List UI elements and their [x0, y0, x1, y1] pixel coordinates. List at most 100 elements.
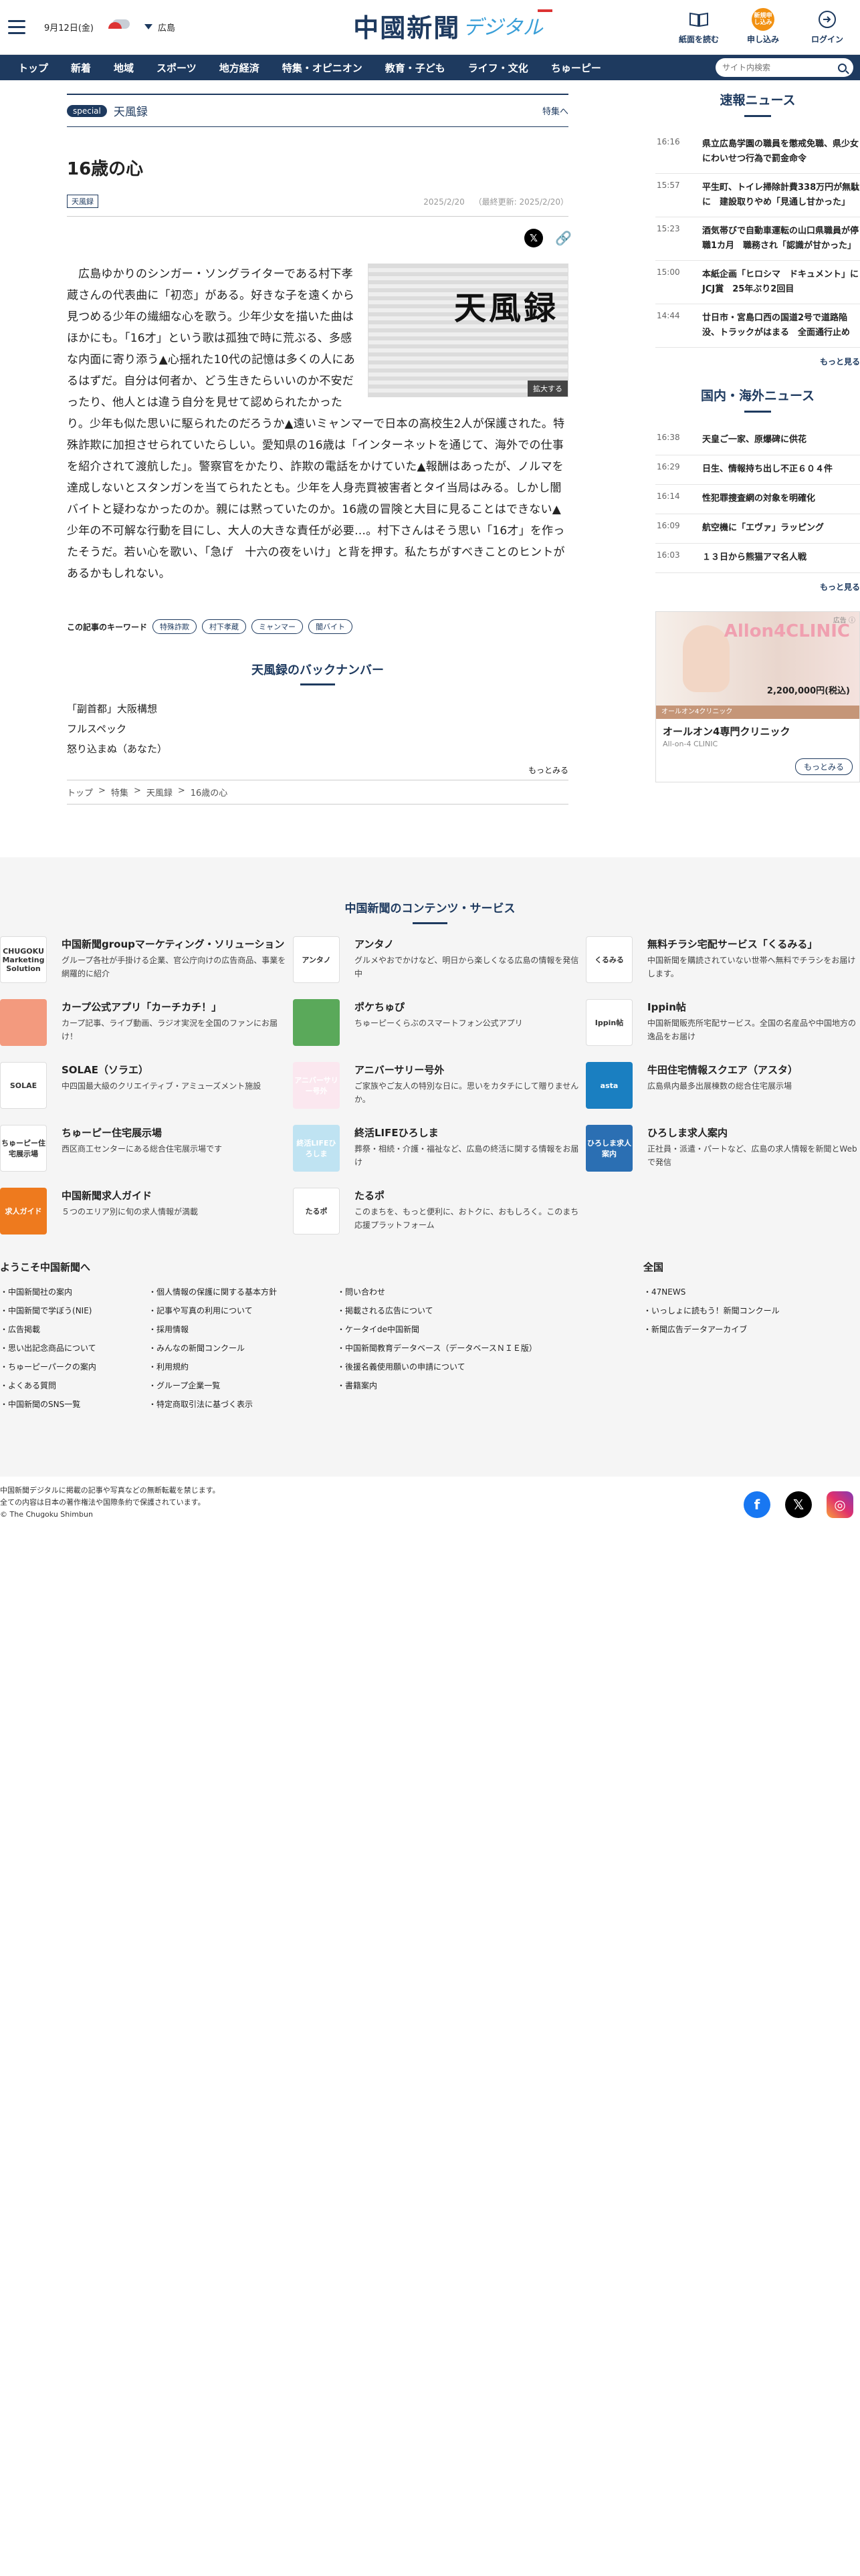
service-item[interactable]: ちゅーピー住宅展示場 ちゅーピー住宅展示場 西区商工センターにある総合住宅展示場です — [0, 1125, 293, 1178]
news-item[interactable]: 16:14 性犯罪捜査網の対象を明確化 — [655, 485, 860, 514]
ippin-logo-icon: Ippin帖 — [586, 999, 633, 1046]
zoom-button[interactable]: 拡大する — [528, 381, 568, 397]
footer-link[interactable]: 特定商取引法に基づく表示 — [148, 1395, 337, 1414]
search-icon[interactable] — [838, 63, 847, 72]
figure-title: 天風録 — [453, 290, 558, 327]
backnumber-more-link[interactable]: もっとみる — [67, 764, 568, 776]
national-link[interactable]: 新聞広告データアーカイブ — [643, 1320, 844, 1339]
copy-link-icon[interactable]: 🔗 — [555, 231, 572, 245]
facebook-icon[interactable]: f — [744, 1491, 770, 1518]
news-item[interactable]: 16:38 天皇ご一家、原爆碑に供花 — [655, 426, 860, 455]
service-grid: CHUGOKU Marketing Solution 中国新聞groupマーケティ… — [0, 936, 860, 1241]
service-item[interactable]: asta 牛田住宅情報スクエア（アスタ） 広島県内最多出展棟数の総合住宅展示場 — [586, 1062, 860, 1115]
login-button[interactable]: ログイン — [805, 8, 849, 45]
service-item[interactable]: Ippin帖 Ippin帖 中国新聞販売所宅配サービス。全国の名産品や中国地方の逸品… — [586, 999, 860, 1053]
footer-link[interactable]: 書籍案内 — [337, 1376, 643, 1395]
sidebar-ad[interactable]: Allon4CLINIC 2,200,000円(税込) オールオン4クリニック … — [655, 611, 860, 782]
national-link[interactable]: 47NEWS — [643, 1283, 844, 1301]
ad-more-button[interactable]: もっとみる — [794, 758, 853, 775]
service-item[interactable]: くるみる 無料チラシ宅配サービス「くるみる」 中国新聞を購読されていない世帯へ無料で… — [586, 936, 860, 990]
footer-link[interactable]: 中国新聞で学ぼう(NIE) — [0, 1301, 148, 1320]
backnumber-item[interactable]: 「副首都」大阪構想 — [67, 699, 568, 719]
x-icon[interactable]: 𝕏 — [785, 1491, 812, 1518]
footer-link[interactable]: 採用情報 — [148, 1320, 337, 1339]
instagram-icon[interactable]: ◎ — [827, 1491, 853, 1518]
news-item[interactable]: 16:09 航空機に「エヴァ」ラッピング — [655, 514, 860, 544]
footer-link[interactable]: 中国新聞のSNS一覧 — [0, 1395, 148, 1414]
national-link[interactable]: いっしょに読もう！新聞コンクール — [643, 1301, 844, 1320]
backnumber-item[interactable]: フルスペック — [67, 719, 568, 739]
service-item[interactable]: ポケちゅぴ ちゅーピーくらぶのスマートフォン公式アプリ — [293, 999, 586, 1053]
footer-link[interactable]: 掲載される広告について — [337, 1301, 643, 1320]
domestic-more-link[interactable]: もっと見る — [655, 581, 860, 593]
footer-link[interactable]: ケータイde中国新聞 — [337, 1320, 643, 1339]
news-item[interactable]: 15:23 酒気帯びで自動車運転の山口県職員が停職1カ月 職務され「認識が甘かった… — [655, 217, 860, 261]
news-item[interactable]: 16:29 日生、情報持ち出し不正６０４件 — [655, 455, 860, 485]
chevron-down-icon[interactable] — [144, 24, 152, 29]
service-item[interactable]: 求人ガイド 中国新聞求人ガイド ５つのエリア別に旬の求人情報が満載 — [0, 1188, 293, 1241]
service-item[interactable]: 終活LIFEひろしま 終活LIFEひろしま 葬祭・相続・介護・福祉など、広島の終活に… — [293, 1125, 586, 1178]
footer-link[interactable]: 問い合わせ — [337, 1283, 643, 1301]
service-title: 終活LIFEひろしま — [354, 1127, 439, 1139]
nav-sports[interactable]: スポーツ — [145, 61, 208, 75]
weather-widget[interactable]: 広島 — [107, 18, 175, 35]
nav-top[interactable]: トップ — [7, 61, 60, 75]
news-item[interactable]: 16:16 県立広島学園の職員を懲戒免職、県少女にわいせつ行為で罰金命令 — [655, 130, 860, 174]
crumb-top[interactable]: トップ — [67, 786, 93, 798]
contents-services: 中国新聞のコンテンツ・サービス CHUGOKU Marketing Soluti… — [0, 857, 860, 1477]
service-desc: グルメやおでかけなど、明日から楽しくなる広島の情報を発信中 — [354, 956, 579, 978]
x-share-icon[interactable]: 𝕏 — [524, 229, 543, 247]
nav-opinion[interactable]: 特集・オピニオン — [271, 61, 374, 75]
crumb-special[interactable]: 特集 — [111, 786, 128, 798]
special-link[interactable]: 特集へ — [542, 104, 568, 117]
search-input[interactable] — [722, 63, 838, 72]
nav-chupy[interactable]: ちゅーピー — [540, 61, 613, 75]
service-item[interactable]: ひろしま求人案内 ひろしま求人案内 正社員・派遣・パートなど、広島の求人情報を新聞と… — [586, 1125, 860, 1178]
national-title: 全国 — [643, 1261, 664, 1273]
footer-link[interactable]: みんなの新聞コンクール — [148, 1339, 337, 1358]
news-item[interactable]: 15:00 本紙企画「ヒロシマ ドキュメント」にJCJ賞 25年ぶり2回目 — [655, 261, 860, 304]
crumb-tenpuroku[interactable]: 天風録 — [146, 786, 173, 798]
site-logo[interactable]: 中國新聞 デジタル — [341, 8, 555, 43]
nav-education[interactable]: 教育・子ども — [374, 61, 457, 75]
service-item[interactable]: アニバーサリー号外 アニバーサリー号外 ご家族やご友人の特別な日に。思いをカタチにし… — [293, 1062, 586, 1115]
news-item[interactable]: 15:57 平生町、トイレ掃除計費338万円が無駄に 建設取りやめ「見通し甘かった… — [655, 174, 860, 217]
keyword-tag[interactable]: 闇バイト — [308, 619, 353, 634]
footer-link[interactable]: 後援名義使用願いの申請について — [337, 1358, 643, 1376]
subscribe-button[interactable]: 新規申し込み 申し込み — [741, 8, 785, 45]
category-tag[interactable]: 天風録 — [67, 195, 98, 208]
nav-economy[interactable]: 地方経済 — [208, 61, 271, 75]
footer-link[interactable]: よくある質問 — [0, 1376, 148, 1395]
service-item[interactable]: SOLAE SOLAE（ソラエ） 中四国最大級のクリエイティブ・アミューズメント施設 — [0, 1062, 293, 1115]
service-item[interactable]: CHUGOKU Marketing Solution 中国新聞groupマーケティ… — [0, 936, 293, 990]
nav-life[interactable]: ライフ・文化 — [457, 61, 540, 75]
news-item[interactable]: 14:44 廿日市・宮島口西の国道2号で道路陥没、トラックがはまる 全面通行止め — [655, 304, 860, 348]
breaking-more-link[interactable]: もっと見る — [655, 356, 860, 367]
anniversary-logo-icon: アニバーサリー号外 — [293, 1062, 340, 1109]
footer-link[interactable]: 利用規約 — [148, 1358, 337, 1376]
footer-link[interactable]: 中国新聞教育データベース（データベースＮＩＥ版） — [337, 1339, 643, 1358]
footer-link[interactable]: 記事や写真の利用について — [148, 1301, 337, 1320]
service-item[interactable]: アンタノ アンタノ グルメやおでかけなど、明日から楽しくなる広島の情報を発信中 — [293, 936, 586, 990]
footer-link[interactable]: 広告掲載 — [0, 1320, 148, 1339]
nav-local[interactable]: 地域 — [102, 61, 145, 75]
read-paper-button[interactable]: 紙面を読む — [677, 8, 721, 45]
ad-info-icon[interactable]: 広告 ⓘ — [833, 615, 855, 625]
footer-link[interactable]: グループ企業一覧 — [148, 1376, 337, 1395]
article-figure[interactable]: 天風録 拡大する — [368, 263, 568, 397]
service-item[interactable]: カープ公式アプリ「カーチカチ！」 カープ記事、ライブ動画、ラジオ実況を全国のファン… — [0, 999, 293, 1053]
nav-new[interactable]: 新着 — [60, 61, 102, 75]
service-item[interactable]: たるポ たるポ このまちを、もっと便利に、おトクに、おもしろく。このまち応援プラット… — [293, 1188, 586, 1241]
menu-icon[interactable] — [8, 20, 25, 38]
footer-link[interactable]: 思い出記念商品について — [0, 1339, 148, 1358]
footer-link[interactable]: 個人情報の保護に関する基本方針 — [148, 1283, 337, 1301]
keywords-label: この記事のキーワード — [67, 622, 148, 632]
keyword-tag[interactable]: 特殊詐欺 — [152, 619, 197, 634]
keyword-tag[interactable]: 村下孝蔵 — [202, 619, 247, 634]
footer-link[interactable]: 中国新聞社の案内 — [0, 1283, 148, 1301]
service-desc: 正社員・派遣・パートなど、広島の求人情報を新聞とWebで発信 — [647, 1144, 857, 1167]
backnumber-item[interactable]: 怒り込まぬ（あなた） — [67, 739, 568, 759]
news-item[interactable]: 16:03 １３日から熊猫アマ名人戦 — [655, 544, 860, 573]
keyword-tag[interactable]: ミャンマー — [251, 619, 304, 634]
footer-link[interactable]: ちゅーピーパークの案内 — [0, 1358, 148, 1376]
